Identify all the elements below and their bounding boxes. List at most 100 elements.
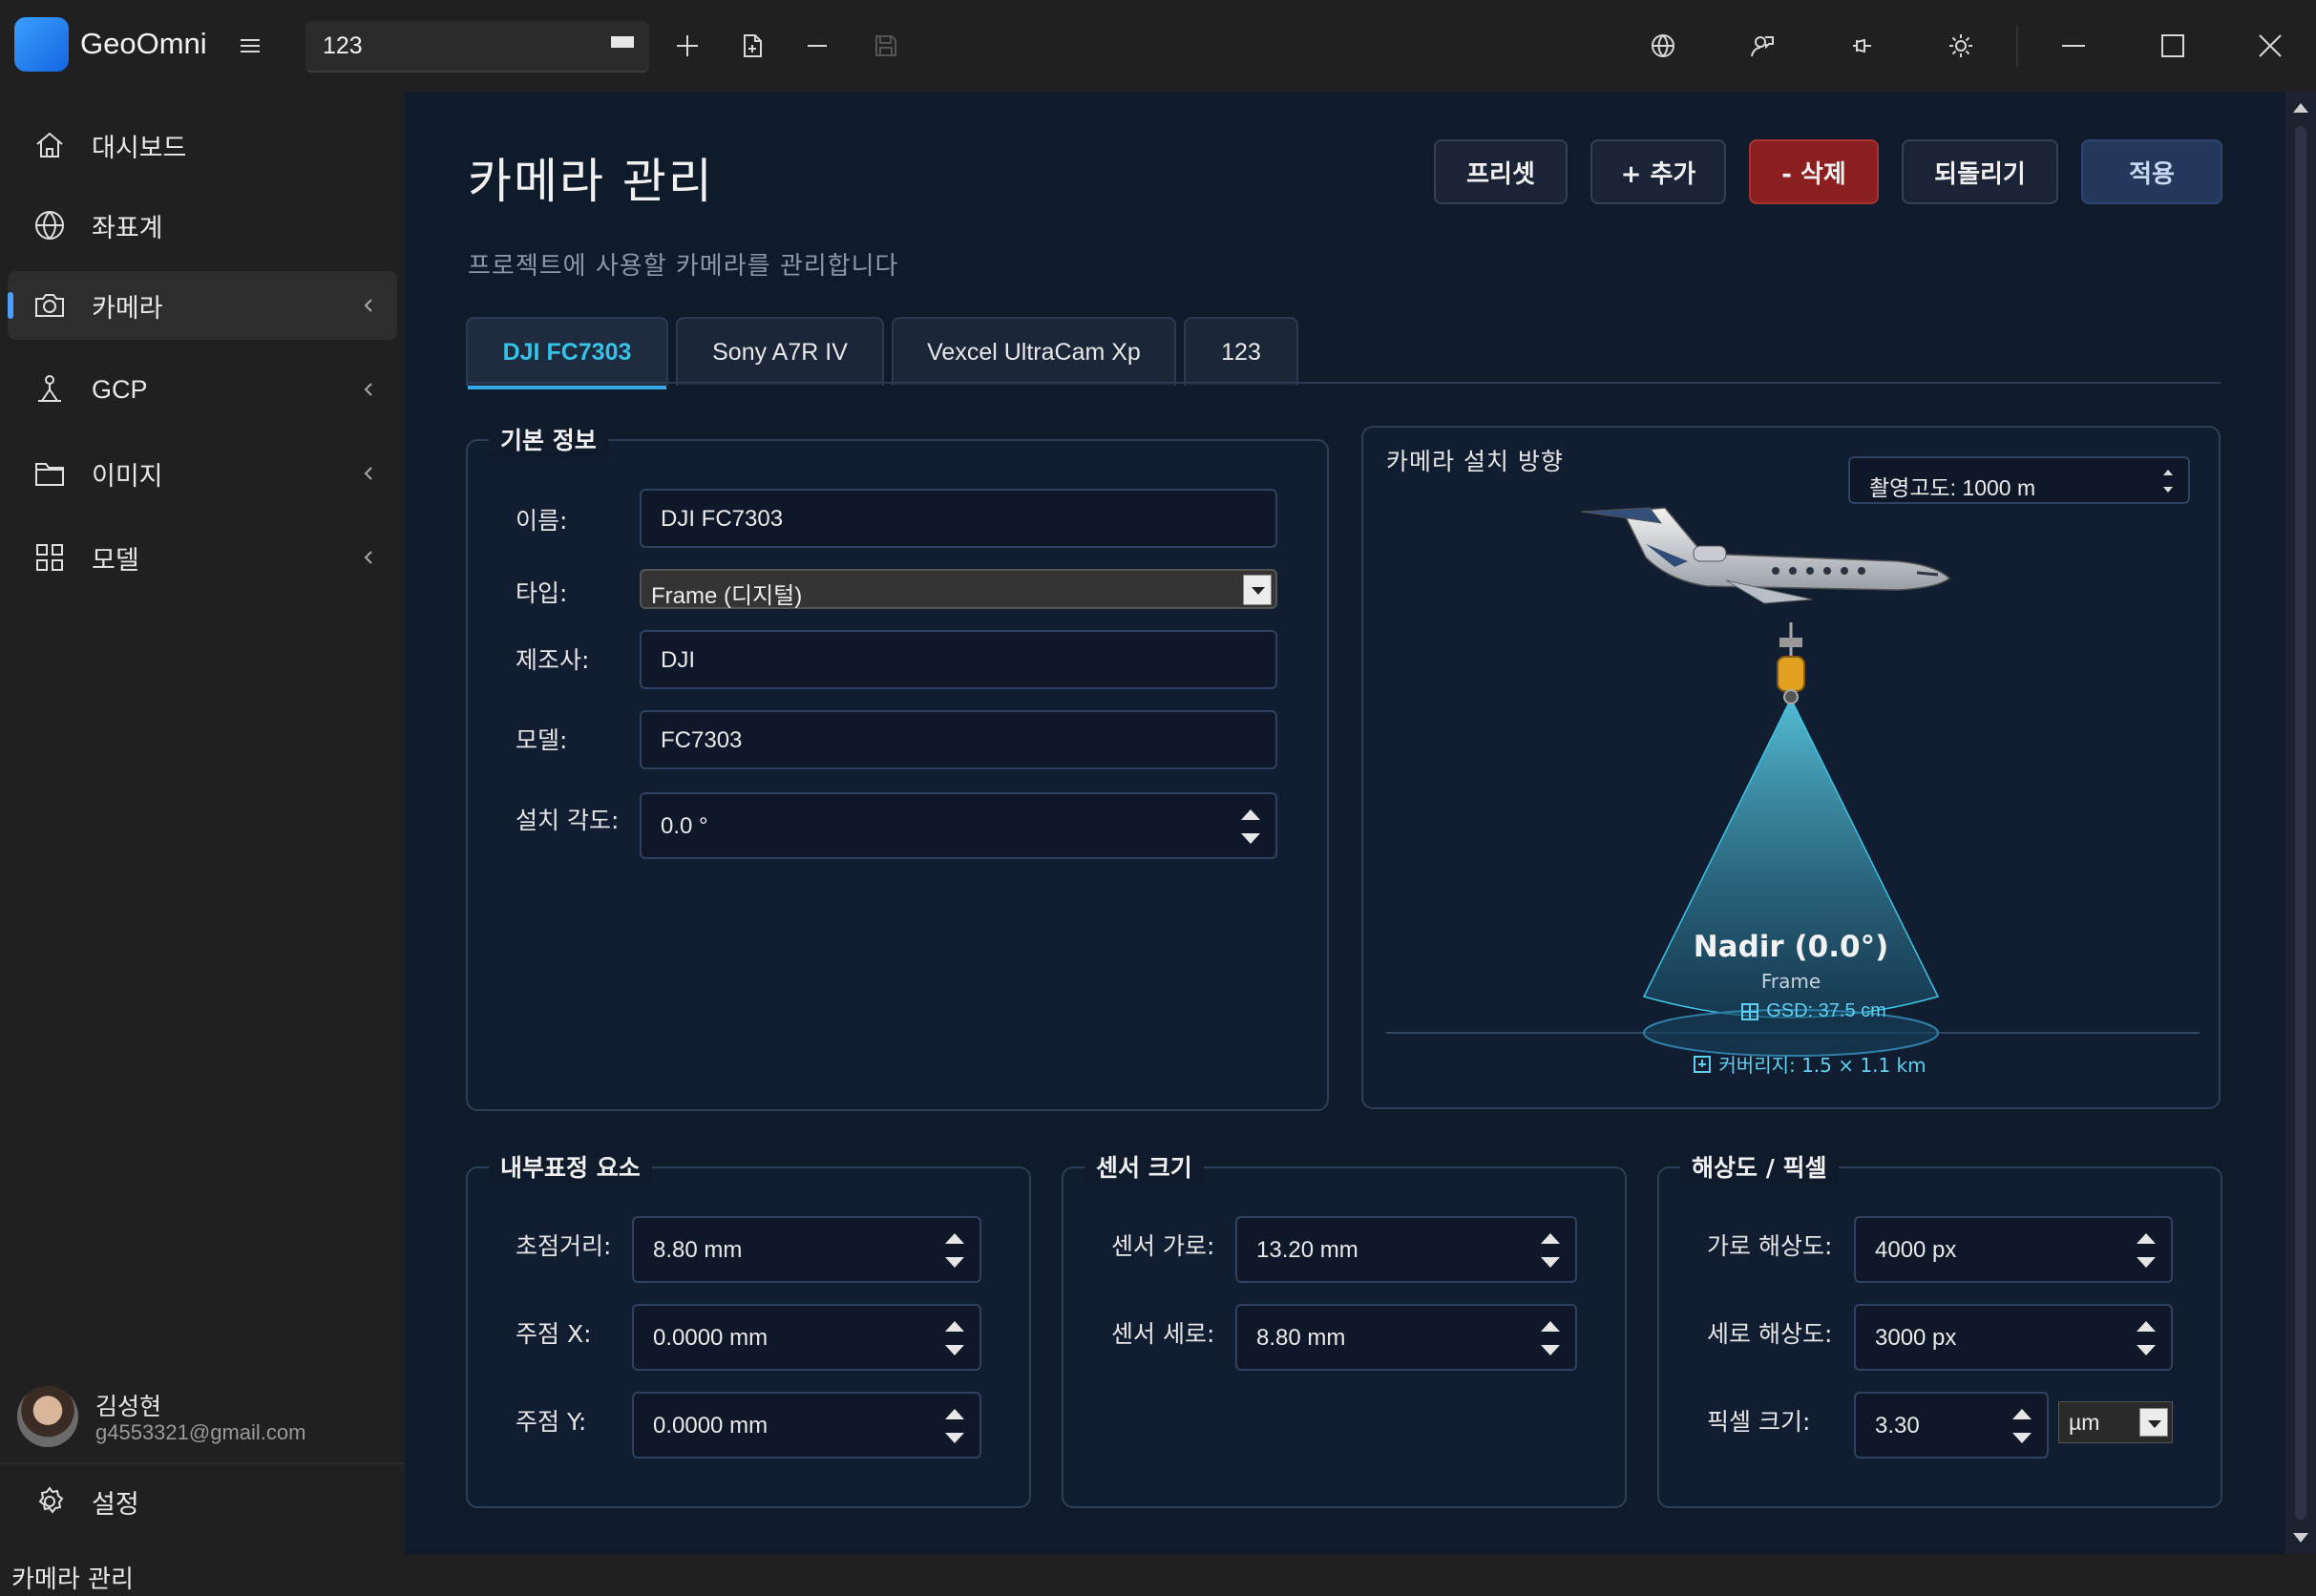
tab-dji-fc7303[interactable]: DJI FC7303 [466,317,668,389]
stepper-arrows[interactable] [943,1317,966,1359]
chevron-down-icon[interactable] [2139,1408,2168,1437]
chevron-left-icon [359,380,378,399]
vertical-scrollbar[interactable] [2285,92,2316,1554]
pixel-size-value: 3.30 [1875,1413,1920,1438]
preset-button[interactable]: 프리셋 [1434,139,1568,204]
tab-sony-a7r-iv[interactable]: Sony A7R IV [676,317,884,386]
add-camera-button[interactable]: + 추가 [1590,139,1726,204]
stepper-arrows[interactable] [2163,468,2175,494]
sidebar-divider [0,1462,405,1464]
sensor-width-stepper[interactable]: 13.20 mm [1235,1216,1577,1283]
type-select[interactable]: Frame (디지털) [640,569,1277,609]
survey-point-icon [32,372,67,407]
group-title: 센서 크기 [1084,1149,1204,1184]
resolution-height-stepper[interactable]: 3000 px [1854,1304,2173,1371]
model-value: FC7303 [661,727,743,753]
principal-y-stepper[interactable]: 0.0000 mm [632,1392,981,1459]
scroll-up-icon[interactable] [2293,103,2308,113]
grid-icon [32,540,67,575]
window-maximize-icon[interactable] [2152,25,2194,67]
person-feedback-icon[interactable] [1741,25,1783,67]
window-close-icon[interactable] [2249,25,2291,67]
sidebar-item-camera[interactable]: 카메라 [8,271,397,340]
stepper-arrows[interactable] [1539,1229,1562,1271]
stepper-arrows[interactable] [943,1405,966,1447]
tab-123[interactable]: 123 [1184,317,1298,386]
sidebar-item-label: 이미지 [92,461,163,492]
name-field[interactable]: DJI FC7303 [640,489,1277,548]
pixel-unit-value: µm [2069,1410,2100,1435]
tab-vexcel-ultracam-xp[interactable]: Vexcel UltraCam Xp [892,317,1176,386]
sensor-height-stepper[interactable]: 8.80 mm [1235,1304,1577,1371]
stepper-arrows[interactable] [1239,806,1262,848]
sidebar-item-images[interactable]: 이미지 [8,439,397,508]
pin-icon[interactable] [1841,25,1883,67]
save-icon[interactable] [865,25,907,67]
stepper-arrows[interactable] [2135,1229,2158,1271]
resolution-width-label: 가로 해상도: [1707,1232,1833,1260]
open-file-icon[interactable] [731,25,773,67]
stepper-arrows[interactable] [943,1229,966,1271]
pixel-unit-select[interactable]: µm [2058,1401,2173,1443]
folder-icon [32,456,67,491]
scroll-down-icon[interactable] [2293,1533,2308,1543]
delete-camera-button[interactable]: - 삭제 [1749,139,1879,204]
avatar [17,1386,78,1447]
sidebar-item-coordinate-system[interactable]: 좌표계 [8,191,397,260]
group-title: 내부표정 요소 [489,1149,652,1184]
sensor-height-value: 8.80 mm [1256,1325,1346,1351]
resolution-width-stepper[interactable]: 4000 px [1854,1216,2173,1283]
globe-icon[interactable] [1642,25,1684,67]
altitude-stepper[interactable]: 촬영고도: 1000 m [1848,456,2190,504]
sidebar-item-settings[interactable]: 설정 [8,1470,397,1533]
principal-x-stepper[interactable]: 0.0000 mm [632,1304,981,1371]
principal-x-label: 주점 X: [516,1320,592,1348]
stepper-arrows[interactable] [1539,1317,1562,1359]
name-value: DJI FC7303 [661,506,784,532]
project-selector[interactable] [305,21,649,73]
group-title: 기본 정보 [489,422,608,456]
maker-field[interactable]: DJI [640,630,1277,689]
theme-sun-icon[interactable] [1940,25,1982,67]
revert-button[interactable]: 되돌리기 [1902,139,2058,204]
stepper-arrows[interactable] [2011,1405,2033,1447]
sidebar-item-model[interactable]: 모델 [8,523,397,592]
scroll-thumb[interactable] [2295,126,2306,1520]
sidebar-item-label: 좌표계 [92,213,163,243]
name-label: 이름: [516,507,568,535]
install-angle-stepper[interactable]: 0.0 ° [640,792,1277,859]
sidebar-item-dashboard[interactable]: 대시보드 [8,111,397,179]
chevron-left-icon [359,548,378,567]
hamburger-menu-icon[interactable] [229,25,271,67]
stepper-arrows[interactable] [2135,1317,2158,1359]
resolution-height-label: 세로 해상도: [1707,1320,1833,1348]
principal-x-value: 0.0000 mm [653,1325,768,1351]
window-minimize-icon[interactable] [2053,25,2095,67]
focal-label: 초점거리: [516,1232,612,1260]
globe-icon [32,208,67,242]
sidebar-item-label: 카메라 [92,293,163,324]
title-bar: GeoOmni [0,0,2316,92]
user-profile[interactable]: 김성현 g4553321@gmail.com [17,1384,399,1451]
project-clear-icon[interactable] [611,36,634,48]
tabs-divider [466,382,2221,384]
minus-icon[interactable] [796,25,838,67]
app-logo [14,17,69,72]
sidebar-item-gcp[interactable]: GCP [8,355,397,424]
sidebar-item-label: GCP [92,374,148,404]
group-title: 해상도 / 픽셀 [1680,1149,1839,1184]
apply-button[interactable]: 적용 [2081,139,2222,204]
gear-icon [32,1484,67,1519]
gsd-value: GSD: 37.5 cm [1766,1000,1886,1021]
nadir-label: Nadir (0.0°) [1693,930,1889,964]
chevron-down-icon[interactable] [1243,575,1272,605]
focal-length-stepper[interactable]: 8.80 mm [632,1216,981,1283]
status-text: 카메라 관리 [11,1565,134,1594]
pixel-size-stepper[interactable]: 3.30 [1854,1392,2049,1459]
model-field[interactable]: FC7303 [640,710,1277,769]
new-icon[interactable] [666,25,708,67]
project-input[interactable] [323,32,571,60]
sidebar-item-label: 대시보드 [92,133,187,163]
camera-icon [32,288,67,323]
resolution-height-value: 3000 px [1875,1325,1957,1351]
